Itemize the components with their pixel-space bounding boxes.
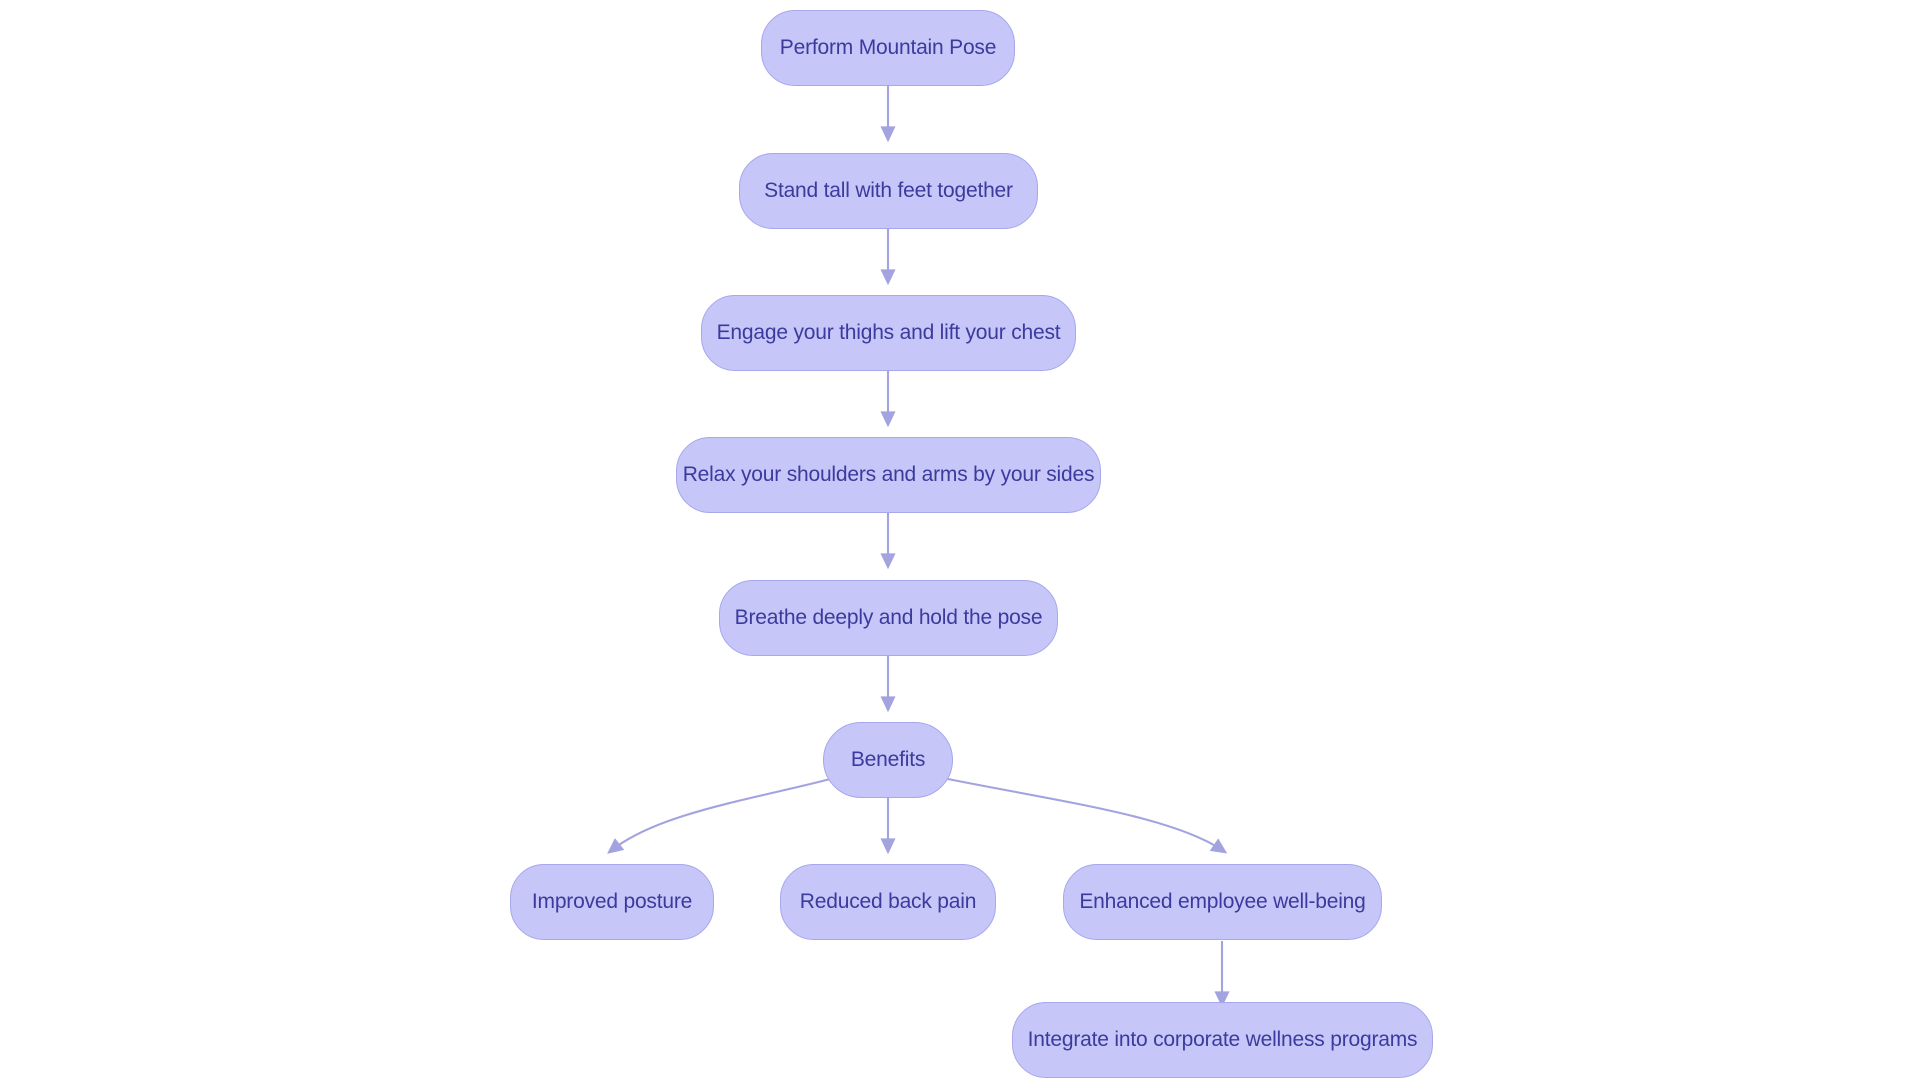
flow-node-stand-tall-with-feet-together[interactable]: Stand tall with feet together [739,153,1038,229]
flow-node-benefits[interactable]: Benefits [823,722,953,798]
flowchart-canvas: Perform Mountain Pose Stand tall with fe… [0,0,1920,1080]
flow-node-label: Breathe deeply and hold the pose [734,606,1043,630]
edge-n6-n7 [607,775,839,854]
flow-node-label: Engage your thighs and lift your chest [716,321,1061,345]
flow-node-label: Stand tall with feet together [764,179,1013,203]
flow-node-perform-mountain-pose[interactable]: Perform Mountain Pose [761,10,1015,86]
flow-node-label: Benefits [850,748,926,772]
flow-node-improved-posture[interactable]: Improved posture [510,864,714,940]
edge-n6-n9 [937,775,1228,854]
flow-node-label: Relax your shoulders and arms by your si… [682,463,1095,487]
flow-node-label: Perform Mountain Pose [779,36,997,60]
flow-node-integrate-into-corporate-wellness-programs[interactable]: Integrate into corporate wellness progra… [1012,1002,1433,1078]
flow-node-label: Enhanced employee well-being [1079,890,1366,914]
flow-node-label: Improved posture [531,890,693,914]
flow-node-label: Reduced back pain [799,890,977,914]
flow-node-engage-your-thighs-and-lift-your-chest[interactable]: Engage your thighs and lift your chest [701,295,1076,371]
flow-node-label: Integrate into corporate wellness progra… [1027,1028,1418,1052]
flow-node-reduced-back-pain[interactable]: Reduced back pain [780,864,996,940]
flow-node-breathe-deeply-and-hold-the-pose[interactable]: Breathe deeply and hold the pose [719,580,1058,656]
flow-node-relax-your-shoulders-and-arms-by-your-sides[interactable]: Relax your shoulders and arms by your si… [676,437,1101,513]
flow-node-enhanced-employee-well-being[interactable]: Enhanced employee well-being [1063,864,1382,940]
